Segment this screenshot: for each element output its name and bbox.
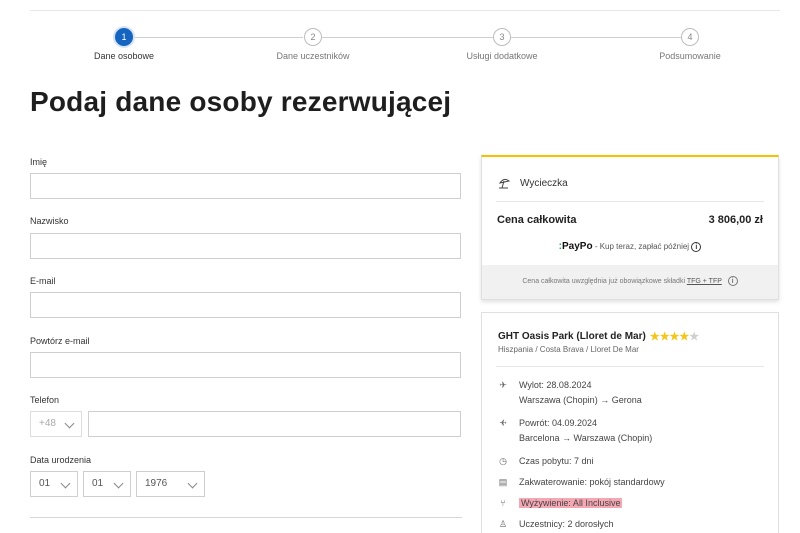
paypo-row: :PayPo - Kup teraz, zapłać później i	[482, 241, 778, 252]
last-name-input[interactable]	[30, 233, 461, 259]
birth-year-value: 1976	[145, 478, 168, 489]
total-price-label: Cena całkowita	[497, 214, 577, 226]
tfg-tfp-link[interactable]: TFG + TFP	[687, 278, 722, 285]
plane-return-icon: ✈	[499, 418, 507, 428]
birth-day-select[interactable]: 01	[30, 471, 78, 497]
birth-month-select[interactable]: 01	[83, 471, 131, 497]
phone-label: Telefon	[30, 395, 60, 405]
return-route: Barcelona → Warszawa (Chopin)	[519, 433, 653, 443]
stay-duration: Czas pobytu: 7 dni	[519, 456, 594, 466]
chevron-down-icon	[187, 478, 198, 489]
hotel-name: GHT Oasis Park (Lloret de Mar)	[498, 331, 646, 342]
booking-stepper: 1 Dane osobowe 2 Dane uczestników 3 Usłu…	[0, 28, 800, 68]
price-summary-card: Wycieczka Cena całkowita 3 806,00 zł :Pa…	[481, 155, 779, 300]
step-number: 2	[304, 28, 322, 46]
email-repeat-label: Powtórz e-mail	[30, 336, 90, 346]
return-date: Powrót: 04.09.2024	[519, 418, 598, 428]
first-name-input[interactable]	[30, 173, 461, 199]
chevron-down-icon	[113, 478, 124, 489]
trip-type-label: Wycieczka	[520, 177, 568, 189]
board-type: Wyżywienie: All Inclusive	[519, 498, 623, 508]
clock-icon: ◷	[499, 456, 507, 466]
email-label: E-mail	[30, 276, 56, 286]
step-summary[interactable]: 4 Podsumowanie	[625, 28, 755, 61]
plane-departure-icon: ✈	[499, 380, 507, 390]
step-label: Dane uczestników	[276, 51, 350, 61]
step-personal-data[interactable]: 1 Dane osobowe	[59, 28, 189, 61]
birthdate-label: Data urodzenia	[30, 455, 92, 465]
email-repeat-input[interactable]	[30, 352, 461, 378]
page-title: Podaj dane osoby rezerwującej	[30, 86, 452, 117]
accommodation-type: Zakwaterowanie: pokój standardowy	[519, 477, 665, 487]
form-divider	[30, 517, 462, 518]
step-label: Usługi dodatkowe	[466, 51, 538, 61]
paypo-brand: PayPo	[562, 241, 593, 252]
step-number: 4	[681, 28, 699, 46]
birth-day-value: 01	[39, 478, 51, 489]
chevron-down-icon	[60, 478, 71, 489]
hotel-location: Hiszpania / Costa Brava / Lloret De Mar	[498, 345, 639, 354]
top-divider	[30, 10, 780, 11]
step-label: Dane osobowe	[93, 51, 155, 61]
participants-count: Uczestnicy: 2 dorosłych	[519, 519, 614, 529]
departure-route: Warszawa (Chopin) → Gerona	[519, 395, 642, 405]
paypo-text: - Kup teraz, zapłać później	[594, 242, 690, 251]
phone-number-input[interactable]	[88, 411, 461, 437]
phone-prefix-value: +48	[39, 418, 56, 429]
footer-note: Cena całkowita uwzględnia już obowiązkow…	[522, 278, 685, 285]
departure-date: Wylot: 28.08.2024	[519, 380, 592, 390]
step-number: 1	[115, 28, 133, 46]
info-icon[interactable]: i	[727, 276, 738, 287]
phone-prefix-select[interactable]: +48	[30, 411, 82, 437]
step-label: Podsumowanie	[659, 51, 721, 61]
cutlery-icon: ⑂	[500, 498, 506, 508]
birth-year-select[interactable]: 1976	[136, 471, 205, 497]
birth-month-value: 01	[92, 478, 104, 489]
card-divider	[496, 201, 764, 202]
hotel-title-row: GHT Oasis Park (Lloret de Mar) ★★★★★	[498, 330, 699, 343]
beach-umbrella-icon	[498, 178, 510, 189]
info-icon[interactable]: i	[691, 241, 702, 252]
paypo-logo: :PayPo	[558, 241, 593, 252]
first-name-label: Imię	[30, 157, 48, 167]
chevron-down-icon	[64, 418, 75, 429]
last-name-label: Nazwisko	[30, 216, 69, 226]
total-price-value: 3 806,00 zł	[708, 214, 763, 226]
step-participants-data[interactable]: 2 Dane uczestników	[248, 28, 378, 61]
step-number: 3	[493, 28, 511, 46]
email-input[interactable]	[30, 292, 461, 318]
price-card-footer: Cena całkowita uwzględnia już obowiązkow…	[482, 265, 778, 299]
person-icon: ♙	[498, 519, 508, 529]
card-divider	[496, 366, 764, 367]
step-additional-services[interactable]: 3 Usługi dodatkowe	[437, 28, 567, 61]
bed-icon: ▤	[498, 477, 508, 487]
hotel-rating-stars: ★★★★★	[649, 331, 700, 343]
trip-type-row: Wycieczka	[498, 177, 568, 189]
hotel-summary-card: GHT Oasis Park (Lloret de Mar) ★★★★★ His…	[481, 312, 779, 533]
